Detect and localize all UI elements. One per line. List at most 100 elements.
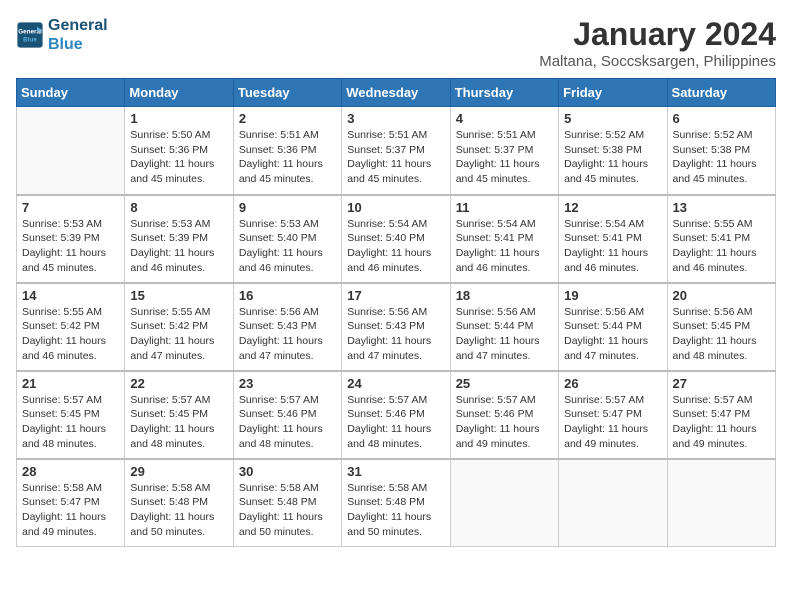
page-title: January 2024	[539, 16, 776, 53]
day-info: Sunrise: 5:55 AMSunset: 5:42 PMDaylight:…	[22, 305, 119, 364]
day-number: 8	[130, 200, 227, 215]
day-cell: 5 Sunrise: 5:52 AMSunset: 5:38 PMDaylight…	[559, 107, 667, 195]
day-number: 31	[347, 464, 444, 479]
column-header-monday: Monday	[125, 79, 233, 107]
day-info: Sunrise: 5:56 AMSunset: 5:44 PMDaylight:…	[564, 305, 661, 364]
day-info: Sunrise: 5:57 AMSunset: 5:45 PMDaylight:…	[22, 393, 119, 452]
day-cell: 9 Sunrise: 5:53 AMSunset: 5:40 PMDaylight…	[233, 195, 341, 283]
day-cell	[450, 459, 558, 547]
day-cell: 14 Sunrise: 5:55 AMSunset: 5:42 PMDayligh…	[17, 283, 125, 371]
week-row-3: 14 Sunrise: 5:55 AMSunset: 5:42 PMDayligh…	[17, 283, 776, 371]
logo-text: General Blue	[48, 16, 108, 54]
day-number: 14	[22, 288, 119, 303]
day-number: 4	[456, 111, 553, 126]
column-header-tuesday: Tuesday	[233, 79, 341, 107]
day-cell	[667, 459, 775, 547]
day-number: 2	[239, 111, 336, 126]
day-info: Sunrise: 5:57 AMSunset: 5:46 PMDaylight:…	[347, 393, 444, 452]
day-info: Sunrise: 5:58 AMSunset: 5:48 PMDaylight:…	[130, 481, 227, 540]
day-info: Sunrise: 5:55 AMSunset: 5:42 PMDaylight:…	[130, 305, 227, 364]
week-row-2: 7 Sunrise: 5:53 AMSunset: 5:39 PMDaylight…	[17, 195, 776, 283]
day-number: 26	[564, 376, 661, 391]
column-header-saturday: Saturday	[667, 79, 775, 107]
day-number: 7	[22, 200, 119, 215]
day-cell: 10Sunrise: 5:54 AMSunset: 5:40 PMDayligh…	[342, 195, 450, 283]
day-info: Sunrise: 5:52 AMSunset: 5:38 PMDaylight:…	[564, 128, 661, 187]
day-number: 1	[130, 111, 227, 126]
day-cell: 8 Sunrise: 5:53 AMSunset: 5:39 PMDaylight…	[125, 195, 233, 283]
day-cell: 2 Sunrise: 5:51 AMSunset: 5:36 PMDaylight…	[233, 107, 341, 195]
day-info: Sunrise: 5:54 AMSunset: 5:40 PMDaylight:…	[347, 217, 444, 276]
day-info: Sunrise: 5:58 AMSunset: 5:48 PMDaylight:…	[239, 481, 336, 540]
column-header-friday: Friday	[559, 79, 667, 107]
day-cell	[559, 459, 667, 547]
day-cell: 17Sunrise: 5:56 AMSunset: 5:43 PMDayligh…	[342, 283, 450, 371]
day-number: 12	[564, 200, 661, 215]
day-number: 25	[456, 376, 553, 391]
day-info: Sunrise: 5:53 AMSunset: 5:40 PMDaylight:…	[239, 217, 336, 276]
day-cell: 31 Sunrise: 5:58 AMSunset: 5:48 PMDayligh…	[342, 459, 450, 547]
day-info: Sunrise: 5:56 AMSunset: 5:45 PMDaylight:…	[673, 305, 770, 364]
day-number: 24	[347, 376, 444, 391]
day-number: 9	[239, 200, 336, 215]
day-number: 16	[239, 288, 336, 303]
day-info: Sunrise: 5:56 AMSunset: 5:44 PMDaylight:…	[456, 305, 553, 364]
header: General Blue General Blue January 2024 M…	[16, 16, 776, 70]
day-info: Sunrise: 5:51 AMSunset: 5:37 PMDaylight:…	[456, 128, 553, 187]
day-info: Sunrise: 5:57 AMSunset: 5:47 PMDaylight:…	[564, 393, 661, 452]
column-header-thursday: Thursday	[450, 79, 558, 107]
day-info: Sunrise: 5:57 AMSunset: 5:45 PMDaylight:…	[130, 393, 227, 452]
day-number: 23	[239, 376, 336, 391]
day-info: Sunrise: 5:56 AMSunset: 5:43 PMDaylight:…	[347, 305, 444, 364]
day-cell: 28Sunrise: 5:58 AMSunset: 5:47 PMDayligh…	[17, 459, 125, 547]
day-info: Sunrise: 5:51 AMSunset: 5:36 PMDaylight:…	[239, 128, 336, 187]
day-info: Sunrise: 5:55 AMSunset: 5:41 PMDaylight:…	[673, 217, 770, 276]
week-row-5: 28Sunrise: 5:58 AMSunset: 5:47 PMDayligh…	[17, 459, 776, 547]
day-cell: 11 Sunrise: 5:54 AMSunset: 5:41 PMDayligh…	[450, 195, 558, 283]
day-info: Sunrise: 5:53 AMSunset: 5:39 PMDaylight:…	[22, 217, 119, 276]
day-cell: 19Sunrise: 5:56 AMSunset: 5:44 PMDayligh…	[559, 283, 667, 371]
day-info: Sunrise: 5:53 AMSunset: 5:39 PMDaylight:…	[130, 217, 227, 276]
day-number: 5	[564, 111, 661, 126]
day-number: 22	[130, 376, 227, 391]
day-cell: 1 Sunrise: 5:50 AMSunset: 5:36 PMDaylight…	[125, 107, 233, 195]
day-info: Sunrise: 5:56 AMSunset: 5:43 PMDaylight:…	[239, 305, 336, 364]
column-header-wednesday: Wednesday	[342, 79, 450, 107]
day-cell: 6 Sunrise: 5:52 AMSunset: 5:38 PMDaylight…	[667, 107, 775, 195]
day-cell: 30 Sunrise: 5:58 AMSunset: 5:48 PMDayligh…	[233, 459, 341, 547]
calendar-table: SundayMondayTuesdayWednesdayThursdayFrid…	[16, 78, 776, 547]
day-cell: 4 Sunrise: 5:51 AMSunset: 5:37 PMDaylight…	[450, 107, 558, 195]
day-cell: 25Sunrise: 5:57 AMSunset: 5:46 PMDayligh…	[450, 371, 558, 459]
day-cell: 29 Sunrise: 5:58 AMSunset: 5:48 PMDayligh…	[125, 459, 233, 547]
svg-text:Blue: Blue	[23, 36, 37, 43]
week-row-1: 1 Sunrise: 5:50 AMSunset: 5:36 PMDaylight…	[17, 107, 776, 195]
day-info: Sunrise: 5:57 AMSunset: 5:47 PMDaylight:…	[673, 393, 770, 452]
header-row: SundayMondayTuesdayWednesdayThursdayFrid…	[17, 79, 776, 107]
day-info: Sunrise: 5:50 AMSunset: 5:36 PMDaylight:…	[130, 128, 227, 187]
day-cell: 7 Sunrise: 5:53 AMSunset: 5:39 PMDaylight…	[17, 195, 125, 283]
day-info: Sunrise: 5:58 AMSunset: 5:48 PMDaylight:…	[347, 481, 444, 540]
day-number: 28	[22, 464, 119, 479]
day-number: 30	[239, 464, 336, 479]
day-number: 6	[673, 111, 770, 126]
day-info: Sunrise: 5:51 AMSunset: 5:37 PMDaylight:…	[347, 128, 444, 187]
day-cell: 15Sunrise: 5:55 AMSunset: 5:42 PMDayligh…	[125, 283, 233, 371]
day-number: 11	[456, 200, 553, 215]
day-cell: 3 Sunrise: 5:51 AMSunset: 5:37 PMDaylight…	[342, 107, 450, 195]
day-number: 29	[130, 464, 227, 479]
day-info: Sunrise: 5:54 AMSunset: 5:41 PMDaylight:…	[456, 217, 553, 276]
day-cell: 18Sunrise: 5:56 AMSunset: 5:44 PMDayligh…	[450, 283, 558, 371]
day-number: 3	[347, 111, 444, 126]
day-cell: 16 Sunrise: 5:56 AMSunset: 5:43 PMDayligh…	[233, 283, 341, 371]
day-number: 13	[673, 200, 770, 215]
day-cell: 24 Sunrise: 5:57 AMSunset: 5:46 PMDayligh…	[342, 371, 450, 459]
day-cell: 23Sunrise: 5:57 AMSunset: 5:46 PMDayligh…	[233, 371, 341, 459]
day-info: Sunrise: 5:54 AMSunset: 5:41 PMDaylight:…	[564, 217, 661, 276]
day-cell: 27 Sunrise: 5:57 AMSunset: 5:47 PMDayligh…	[667, 371, 775, 459]
day-number: 27	[673, 376, 770, 391]
day-info: Sunrise: 5:52 AMSunset: 5:38 PMDaylight:…	[673, 128, 770, 187]
day-number: 20	[673, 288, 770, 303]
week-row-4: 21 Sunrise: 5:57 AMSunset: 5:45 PMDayligh…	[17, 371, 776, 459]
day-number: 21	[22, 376, 119, 391]
day-cell	[17, 107, 125, 195]
